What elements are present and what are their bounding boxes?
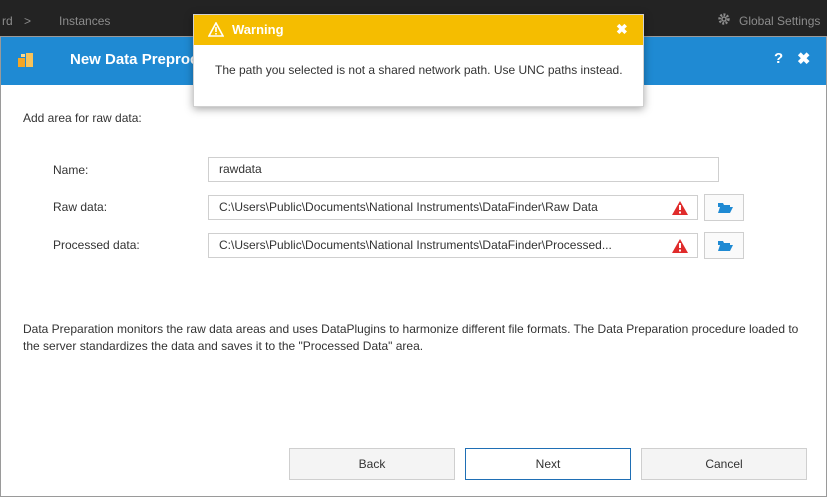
help-button[interactable]: ? [774,50,783,67]
processed-data-path-value: C:\Users\Public\Documents\National Instr… [219,238,612,252]
raw-data-path-value: C:\Users\Public\Documents\National Instr… [219,200,598,214]
raw-data-label: Raw data: [53,200,108,214]
processed-data-label: Processed data: [53,238,140,252]
warning-close-button[interactable]: ✖ [616,21,628,38]
section-label: Add area for raw data: [23,111,142,125]
back-button[interactable]: Back [289,448,455,480]
warning-icon [208,22,224,37]
error-triangle-icon [672,201,688,215]
name-label: Name: [53,163,89,177]
error-triangle-icon [672,239,688,253]
folder-open-icon [718,203,733,213]
breadcrumb-partial[interactable]: rd [2,14,13,28]
processed-data-path-input[interactable]: C:\Users\Public\Documents\National Instr… [208,233,698,258]
raw-data-path-input[interactable]: C:\Users\Public\Documents\National Instr… [208,195,698,220]
name-value: rawdata [219,162,262,176]
gear-icon[interactable] [717,12,731,26]
warning-toast-header: Warning ✖ [194,15,643,45]
breadcrumb-instances[interactable]: Instances [59,14,110,28]
dialog-close-button[interactable]: ✖ [797,49,810,69]
next-button[interactable]: Next [465,448,631,480]
cancel-button[interactable]: Cancel [641,448,807,480]
global-settings-link[interactable]: Global Settings [739,14,820,28]
breadcrumb-separator: > [24,14,32,28]
processed-data-browse-button[interactable] [704,232,744,259]
folder-open-icon [718,241,733,251]
warning-toast: Warning ✖ The path you selected is not a… [193,14,644,107]
app-logo-icon [18,53,33,67]
dialog-title: New Data Preproc [70,51,199,68]
description-text: Data Preparation monitors the raw data a… [23,322,799,353]
name-input[interactable]: rawdata [208,157,719,182]
warning-title: Warning [232,22,284,37]
raw-data-browse-button[interactable] [704,194,744,221]
warning-message: The path you selected is not a shared ne… [215,63,623,77]
